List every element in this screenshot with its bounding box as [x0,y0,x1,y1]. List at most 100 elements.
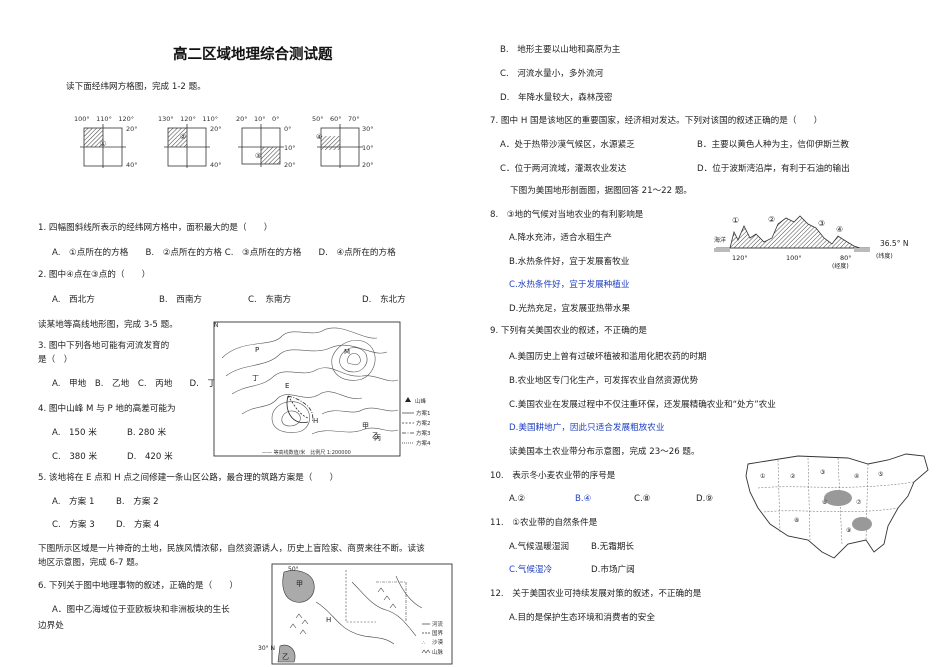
contour-label-e: E [285,382,289,390]
question-10-option-a: A.② [509,494,526,504]
svg-text:②: ② [790,473,796,480]
question-4: 4. 图中山峰 M 与 P 地的高差可能为 [38,404,176,414]
region-label-jia: 甲 [296,580,303,588]
question-8-option-d: D.光热充足，宜发展亚热带水果 [509,304,631,314]
profile-lon-100: 100° [786,254,802,262]
grid-3-lat-1: 0° [284,125,291,133]
grid-1-lat-1: 20° [126,125,138,133]
grid-3-lat-3: 20° [284,161,296,169]
question-2-option-c: C. 东南方 [248,295,292,305]
svg-text:⑨: ⑨ [846,527,851,534]
question-12: 12. 关于美国农业可持续发展对策的叙述，不正确的是 [490,589,702,599]
question-10-option-c: C.⑧ [634,494,651,504]
question-3-options: A. 甲地 B. 乙地 C. 丙地 D. 丁地 [52,379,225,389]
contour-label-h: H [313,417,318,425]
grid-1-mark: ① [100,140,106,148]
region-map-figure: 50° 30° N 甲 乙 H 河流 国界 ∴ 沙漠 山脉 [258,563,453,665]
question-3-line-2: 是（ ） [38,355,73,365]
profile-mark-1: ① [732,216,739,225]
question-9-option-a: A.美国历史上曾有过破坏植被和滥用化肥农药的时期 [509,352,707,362]
contour-label-p: P [255,346,259,354]
question-2-option-d: D. 东北方 [362,295,406,305]
question-7-option-d: D．位于波斯湾沿岸，有利于石油的输出 [697,164,850,174]
question-6: 6. 下列关于图中地理事物的叙述，正确的是（ ） [38,581,238,591]
question-8: 8. ③地的气候对当地农业的有利影响是 [490,210,644,220]
question-4-option-a: A. 150 米 [52,428,97,438]
desert-icon: ∴ [422,640,425,646]
grid-1-lat-2: 40° [126,161,138,169]
question-3-line-1: 3. 图中下列各地可能有河流发育的 [38,341,170,351]
question-11-option-d: D.市场广阔 [591,565,635,575]
profile-lon-label: (经度) [832,262,849,270]
profile-lat-label: (纬度) [876,252,893,260]
question-11: 11. ①农业带的自然条件是 [490,518,598,528]
north-label: N [214,322,219,329]
lat-30n-label: 30° N [258,645,275,652]
question-4-option-b: B. 280 米 [127,428,167,438]
profile-mark-3: ③ [818,219,825,228]
svg-text:⑥: ⑥ [822,499,827,506]
legend-mountain: 山脉 [432,648,444,656]
question-9-option-c: C.美国农业在发展过程中不仅注重环保，还发展精确农业和“处方”农业 [509,400,776,410]
question-4-option-c: C. 380 米 [52,452,98,462]
grid-4: 50° 60° 70° ④ 30° 10° 20° [312,115,374,169]
legend-plan-2: 方案2 [416,419,431,427]
question-5: 5. 该地将在 E 点和 H 点之间修建一条山区公路，最合理的筑路方案是（ ） [38,473,339,483]
q6-option-c: C. 河流水量小，多外流河 [500,69,604,79]
profile-lon-80: 80° [840,254,852,262]
grid-2-top-labels: 130° 120° 110° [158,115,218,123]
lat-lon-grid-figure: 100° 110° 120° ① 20° 40° 130° 120° 110° … [74,115,374,169]
svg-text:⑦: ⑦ [856,499,862,506]
grid-4-lat-2: 10° [362,144,374,152]
svg-text:⑤: ⑤ [878,471,883,478]
q6-option-d: D. 年降水量较大，森林茂密 [500,93,613,103]
legend-border: 国界 [432,630,444,637]
profile-mark-2: ② [768,215,775,224]
question-11-option-c: C.气候湿冷 [509,565,553,575]
question-7-option-b: B．主要以黄色人种为主，信仰伊斯兰教 [697,140,849,150]
grid-4-mark: ④ [316,133,322,141]
question-11-option-a: A.气候温暖湿润 [509,542,570,552]
grid-2-lat-1: 20° [210,125,222,133]
intro-3-line-2: 地区示意图，完成 6-7 题。 [38,558,144,568]
question-7-option-c: C．位于两河流域，灌溉农业发达 [500,164,627,174]
svg-text:⑧: ⑧ [794,517,799,524]
question-11-option-b: B.无霜期长 [591,542,635,552]
contour-map-figure: N M E H P 甲 乙 丙 丁 山峰 方案1 方案2 方案3 方案4 —— … [213,321,431,457]
region-label-yi: 乙 [282,653,289,661]
contour-label-bing: 丙 [374,434,381,442]
grid-4-lat-3: 20° [362,161,374,169]
contour-scale-note: —— 等高线数值/米 比例尺 1:200000 [262,449,351,456]
legend-river: 河流 [432,620,444,628]
profile-lat: 36.5° N [880,239,908,248]
contour-label-jia: 甲 [362,422,369,430]
question-9: 9. 下列有关美国农业的叙述，不正确的是 [490,326,648,336]
us-profile-figure: 海洋 ① ② ③ ④ 120° 100° 80° (经度) 36.5° N (纬… [714,215,908,270]
svg-text:④: ④ [854,473,859,480]
us-agriculture-map-figure: ① ② ③ ④ ⑤ ⑥ ⑦ ⑧ ⑨ [745,453,929,559]
question-10-option-d: D.⑨ [696,494,714,504]
q6-option-b: B. 地形主要以山地和高原为主 [500,45,621,55]
intro-2: 读某地等高线地形图，完成 3-5 题。 [38,320,178,330]
grid-2-lat-2: 40° [210,161,222,169]
intro-4: 下图为美国地形剖面图，据图回答 21～22 题。 [510,186,693,196]
question-7-option-a: A．处于热带沙漠气候区，水源紧乏 [500,140,635,150]
question-5-option-c: C. 方案 3 [52,520,95,530]
question-10-option-b: B.④ [575,494,592,504]
intro-3-line-1: 下图所示区域是一片神奇的土地，民族风情浓郁，自然资源诱人，历史上盲险家、商贾来往… [38,544,425,554]
question-2-option-b: B. 西南方 [159,295,203,305]
profile-sea-label: 海洋 [714,236,726,244]
region-label-h: H [326,616,331,624]
question-5-option-a: A. 方案 1 [52,497,95,507]
contour-label-ding: 丁 [252,374,259,382]
question-2-option-a: A. 西北方 [52,295,95,305]
page-title: 高二区域地理综合测试题 [173,46,333,63]
grid-2-mark: ② [180,133,186,141]
question-2: 2. 图中④点在③点的（ ） [38,270,151,280]
question-8-option-a: A.降水充沛，适合水稻生产 [509,233,612,243]
legend-peak: 山峰 [415,397,427,405]
question-10: 10. 表示冬小麦农业带的序号是 [490,471,616,481]
grid-4-top-labels: 50° 60° 70° [312,115,360,123]
svg-text:③: ③ [820,469,825,476]
question-6-option-a-line-1: A．图中乙海域位于亚欧板块和非洲板块的生长 [52,605,230,615]
